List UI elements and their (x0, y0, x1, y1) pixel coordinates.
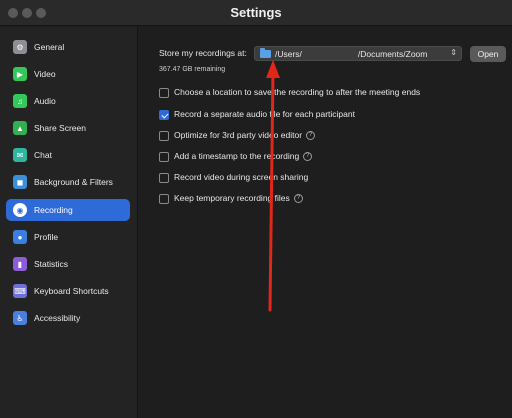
sidebar-item-label: Share Screen (34, 123, 86, 133)
help-icon[interactable]: ? (303, 152, 313, 162)
sidebar-item-label: Recording (34, 205, 73, 215)
sidebar-item-statistics[interactable]: ▮ Statistics (6, 253, 130, 275)
sidebar-item-label: General (34, 42, 65, 52)
storage-remaining: 367.47 GB remaining (159, 66, 226, 73)
video-icon: ▶ (13, 67, 27, 81)
accessibility-icon: ♿ (13, 311, 27, 325)
option-checkbox[interactable] (159, 88, 169, 98)
option-text: Record a separate audio file for each pa… (174, 109, 355, 119)
sidebar-item-background-filters[interactable]: ◼ Background & Filters (6, 171, 130, 193)
option-checkbox[interactable] (159, 194, 169, 204)
sidebar-item-keyboard-shortcuts[interactable]: ⌨ Keyboard Shortcuts (6, 280, 130, 302)
background-icon: ◼ (13, 175, 27, 189)
sidebar-item-share-screen[interactable]: ▲ Share Screen (6, 117, 130, 139)
store-recordings-label: Store my recordings at: (159, 48, 247, 58)
sidebar-item-label: Keyboard Shortcuts (34, 286, 109, 296)
settings-sidebar: ⚙ General ▶ Video ♫ Audio ▲ Share Screen ✉ Chat ◼ B… (0, 27, 138, 418)
option-checkbox[interactable] (159, 173, 169, 183)
option-label: Record video during screen sharing (174, 172, 308, 182)
sidebar-item-accessibility[interactable]: ♿ Accessibility (6, 307, 130, 329)
title-bar: Settings (0, 0, 512, 26)
keyboard-icon: ⌨ (13, 284, 27, 298)
sidebar-item-label: Video (34, 69, 56, 79)
sidebar-item-general[interactable]: ⚙ General (6, 36, 130, 58)
option-checkbox[interactable] (159, 131, 169, 141)
open-folder-button[interactable]: Open (470, 46, 506, 62)
option-text: Record video during screen sharing (174, 172, 309, 182)
sidebar-item-video[interactable]: ▶ Video (6, 63, 130, 85)
sidebar-item-label: Statistics (34, 259, 69, 269)
help-icon[interactable]: ? (306, 131, 316, 141)
option-label: Keep temporary recording files? (174, 193, 303, 204)
settings-window: Settings ⚙ General ▶ Video ♫ Audio ▲ Share Scre… (0, 0, 512, 418)
chevron-updown-icon: ⇕ (450, 48, 457, 57)
statistics-icon: ▮ (13, 257, 27, 271)
option-text: Choose a location to save the recording … (174, 87, 421, 97)
option-text: Keep temporary recording files (174, 193, 290, 203)
sidebar-item-label: Background & Filters (34, 177, 113, 187)
sidebar-item-label: Profile (34, 232, 59, 242)
profile-icon: ● (13, 230, 27, 244)
option-text: Optimize for 3rd party video editor (174, 130, 303, 140)
headphones-icon: ♫ (13, 94, 27, 108)
option-label: Choose a location to save the recording … (174, 87, 420, 97)
option-checkbox[interactable] (159, 152, 169, 162)
sidebar-item-audio[interactable]: ♫ Audio (6, 90, 130, 112)
sidebar-item-chat[interactable]: ✉ Chat (6, 144, 130, 166)
option-label: Record a separate audio file for each pa… (174, 109, 355, 119)
option-text: Add a timestamp to the recording (174, 151, 300, 161)
sidebar-item-profile[interactable]: ● Profile (6, 226, 130, 248)
window-title: Settings (230, 5, 282, 20)
redacted-username (301, 48, 358, 59)
share-screen-icon: ▲ (13, 121, 27, 135)
folder-icon (260, 47, 271, 58)
chat-icon: ✉ (13, 148, 27, 162)
option-label: Add a timestamp to the recording? (174, 151, 313, 162)
path-prefix: /Users/ (275, 48, 302, 59)
sidebar-item-recording[interactable]: ◉ Recording (6, 199, 130, 221)
sidebar-item-label: Accessibility (34, 313, 81, 323)
sidebar-item-label: Chat (34, 150, 52, 160)
path-suffix: /Documents/Zoom (357, 48, 428, 59)
help-icon[interactable]: ? (293, 194, 303, 204)
option-label: Optimize for 3rd party video editor? (174, 130, 316, 141)
gear-icon: ⚙ (13, 40, 27, 54)
sidebar-item-label: Audio (34, 96, 56, 106)
recording-location-select[interactable]: /Users/ /Documents/Zoom ⇕ (254, 46, 462, 61)
recording-icon: ◉ (13, 203, 27, 217)
option-checkbox[interactable] (159, 110, 169, 120)
